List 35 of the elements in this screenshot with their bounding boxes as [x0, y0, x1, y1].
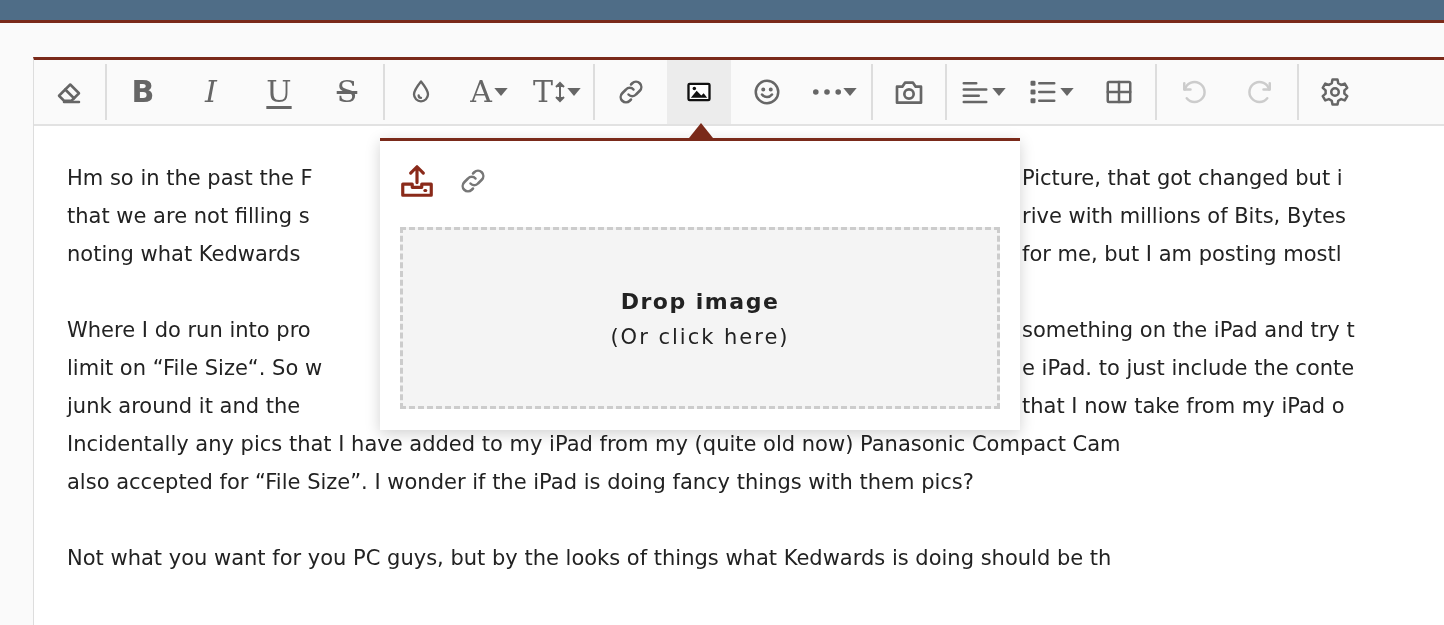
font-button[interactable]: A: [457, 60, 521, 124]
up-down-arrow-icon: [555, 80, 565, 104]
strikethrough-button[interactable]: S: [315, 60, 379, 124]
bold-button[interactable]: B: [111, 60, 175, 124]
body-text: Incidentally any pics that I have added to my iPad from my (quite old now) Panasonic Compact Cam: [67, 431, 1121, 458]
settings-icon: [1320, 77, 1350, 107]
caret-icon: [843, 88, 857, 96]
upload-icon: [398, 162, 436, 200]
body-text: for me, but I am posting mostl: [1022, 241, 1342, 268]
drop-zone[interactable]: Drop image (Or click here): [400, 227, 1000, 409]
drop-hint: (Or click here): [610, 324, 790, 351]
smiley-icon: [752, 77, 782, 107]
ellipsis-icon: [813, 89, 841, 95]
body-text: also accepted for “File Size”. I wonder if the iPad is doing fancy things with them pics?: [67, 469, 974, 496]
underline-button[interactable]: U: [247, 60, 311, 124]
caret-icon: [567, 88, 581, 96]
drop-title: Drop image: [620, 288, 780, 316]
body-text: Not what you want for you PC guys, but by the looks of things what Kedwards is doing should be th: [67, 545, 1112, 572]
body-text: that I now take from my iPad o: [1022, 393, 1345, 420]
body-text: rive with millions of Bits, Bytes: [1022, 203, 1346, 230]
body-text: Hm so in the past the F: [67, 165, 314, 192]
caret-icon: [1060, 88, 1074, 96]
body-text: noting what Kedwards: [67, 241, 302, 268]
image-button[interactable]: [667, 60, 731, 124]
caret-icon: [493, 88, 508, 96]
body-text: something on the iPad and try t: [1022, 317, 1355, 344]
italic-button[interactable]: I: [179, 60, 243, 124]
body-text: junk around it and the: [67, 393, 302, 420]
body-text: that we are not filling s: [67, 203, 311, 230]
font-size-button[interactable]: T: [525, 60, 589, 124]
body-text: limit on “File Size“. So w: [67, 355, 324, 382]
body-text: Picture, that got changed but i: [1022, 165, 1343, 192]
body-text: e iPad. to just include the conte: [1022, 355, 1355, 382]
caret-icon: [992, 88, 1006, 96]
body-text: Where I do run into pro: [67, 317, 312, 344]
